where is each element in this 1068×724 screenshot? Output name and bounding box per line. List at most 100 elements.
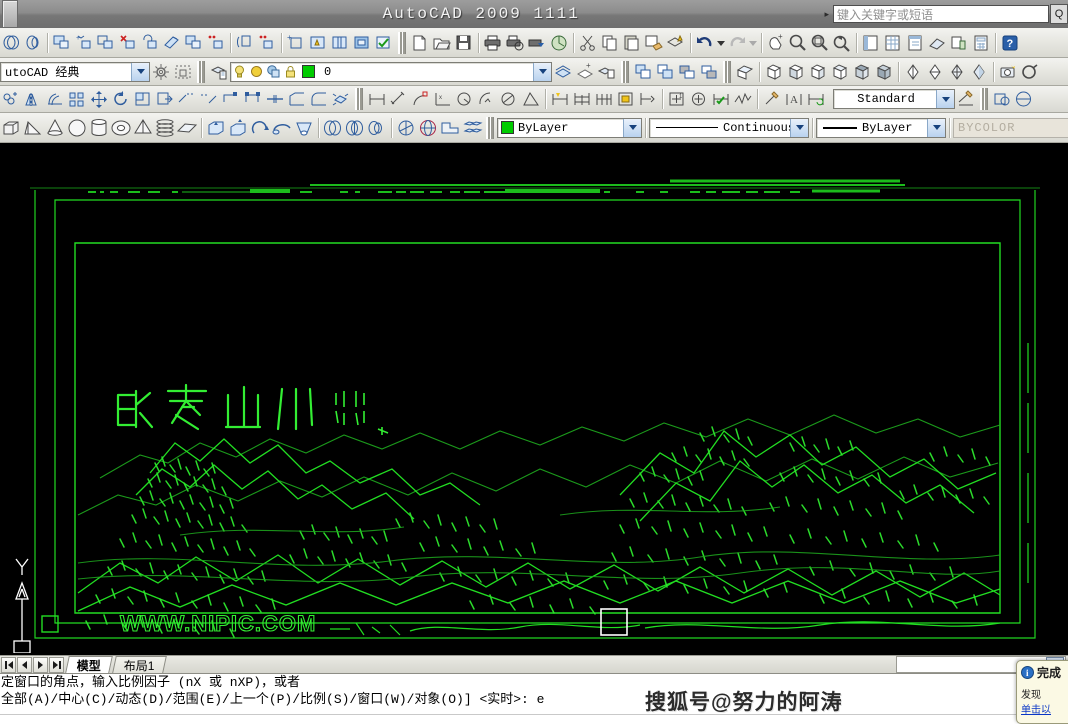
tool-palettes-icon[interactable] (904, 32, 926, 54)
chamfer-icon[interactable] (286, 88, 308, 110)
solid-add-icon[interactable]: + (73, 32, 95, 54)
region-icon[interactable] (1013, 88, 1035, 110)
center-mark-icon[interactable]: 1 (666, 88, 688, 110)
toolbar-grip[interactable] (355, 88, 363, 110)
visualstyle-3dwire-icon[interactable] (924, 61, 946, 83)
break-at-point-icon[interactable] (220, 88, 242, 110)
layer-previous-icon[interactable]: + (574, 61, 596, 83)
dim-edit-icon[interactable] (761, 88, 783, 110)
toolbar-grip[interactable] (723, 60, 731, 83)
ordinate-dimension-icon[interactable]: x (432, 88, 454, 110)
planar-surface-icon[interactable] (176, 117, 198, 139)
toolbar-grip[interactable] (980, 88, 988, 110)
cut-icon[interactable] (577, 32, 599, 54)
solid-rotate-icon[interactable] (139, 32, 161, 54)
drawing-canvas[interactable]: WWW.NIPIC.COM (0, 143, 1068, 655)
helix-icon[interactable] (154, 117, 176, 139)
loft-icon[interactable] (293, 117, 315, 139)
workspace-combo[interactable]: utoCAD 经典 (0, 61, 150, 82)
undo-icon[interactable] (694, 32, 716, 54)
break-icon[interactable] (242, 88, 264, 110)
solid-extract-icon[interactable] (234, 32, 256, 54)
application-menu-button[interactable] (2, 0, 18, 28)
join-icon[interactable] (264, 88, 286, 110)
open-file-icon[interactable] (431, 32, 453, 54)
solid-shell-icon[interactable] (351, 32, 373, 54)
torus-icon[interactable] (110, 117, 132, 139)
cone-icon[interactable] (44, 117, 66, 139)
help-icon[interactable]: ? (999, 32, 1021, 54)
save-icon[interactable] (453, 32, 475, 54)
jogged-dimension-icon[interactable] (476, 88, 498, 110)
inspect-dimension-icon[interactable] (688, 88, 710, 110)
baseline-dimension-icon[interactable] (571, 88, 593, 110)
dim-style-update-icon[interactable] (805, 88, 827, 110)
last-tab-icon[interactable] (49, 656, 64, 673)
workspace-settings-icon[interactable] (150, 61, 172, 83)
quick-dimension-icon[interactable] (549, 88, 571, 110)
box-icon[interactable] (0, 117, 22, 139)
angular-dimension-icon[interactable] (520, 88, 542, 110)
presspull-icon[interactable] (227, 117, 249, 139)
solid-copy-icon[interactable] (183, 32, 205, 54)
render-icon[interactable] (997, 61, 1019, 83)
workspace-toggle-icon[interactable] (0, 32, 22, 54)
new-file-icon[interactable] (409, 32, 431, 54)
extend-icon[interactable] (198, 88, 220, 110)
wedge-icon[interactable] (22, 117, 44, 139)
paste-icon[interactable] (621, 32, 643, 54)
plot-stamp-icon[interactable] (548, 32, 570, 54)
workspace-toggle-2-icon[interactable] (22, 32, 44, 54)
toolbar-grip[interactable] (398, 31, 406, 54)
explode-icon[interactable] (330, 88, 352, 110)
chevron-down-icon[interactable] (533, 62, 551, 81)
3d-move-icon[interactable] (395, 117, 417, 139)
visualstyle-conceptual-icon[interactable] (968, 61, 990, 83)
named-views-icon[interactable] (1019, 61, 1041, 83)
view-se-iso-icon[interactable] (785, 61, 807, 83)
trim-icon[interactable] (176, 88, 198, 110)
solid-union-icon[interactable] (51, 32, 73, 54)
markup-set-icon[interactable] (948, 32, 970, 54)
lightbulb-on-icon[interactable] (231, 61, 248, 83)
zoom-window-icon[interactable] (809, 32, 831, 54)
linetype-combo[interactable]: Continuous (649, 117, 809, 138)
color-combo[interactable]: ByLayer (497, 117, 642, 138)
viewcube-icon[interactable] (734, 61, 756, 83)
command-line-area[interactable]: 定窗口的角点，输入比例因子 (nX 或 nXP)，或者 全部(A)/中心(C)/… (0, 673, 1068, 724)
notification-balloon[interactable]: i 完成 发现 单击以 (1016, 660, 1068, 724)
copy-icon[interactable] (599, 32, 621, 54)
plot-preview-icon[interactable] (504, 32, 526, 54)
rotate-icon[interactable] (110, 88, 132, 110)
copy-object-icon[interactable] (0, 88, 22, 110)
union-icon[interactable] (322, 117, 344, 139)
dimstyle-combo[interactable]: Standard (833, 89, 955, 109)
layer-state-icon[interactable] (596, 61, 618, 83)
cylinder-icon[interactable] (88, 117, 110, 139)
offset-icon[interactable] (44, 88, 66, 110)
chevron-down-icon[interactable] (790, 118, 808, 137)
solid-subtract-icon[interactable] (95, 32, 117, 54)
3d-rotate-icon[interactable] (417, 117, 439, 139)
solid-check-icon[interactable]: + (285, 32, 307, 54)
next-tab-icon[interactable] (33, 656, 48, 673)
view-bottom-icon[interactable] (873, 61, 895, 83)
sweep-icon[interactable] (271, 117, 293, 139)
view-top-icon[interactable] (851, 61, 873, 83)
dim-update-icon[interactable] (710, 88, 732, 110)
tab-layout1[interactable]: 布局1 (112, 656, 167, 673)
array-icon[interactable] (66, 88, 88, 110)
solid-imprint-icon[interactable] (256, 32, 278, 54)
view-ne-iso-icon[interactable] (807, 61, 829, 83)
pan-realtime-icon[interactable]: + (765, 32, 787, 54)
chevron-down-icon[interactable] (623, 118, 641, 137)
chevron-down-icon[interactable] (936, 90, 954, 108)
zoom-previous-icon[interactable] (831, 32, 853, 54)
solid-slice-icon[interactable] (161, 32, 183, 54)
radius-dimension-icon[interactable] (454, 88, 476, 110)
pyramid-icon[interactable] (132, 117, 154, 139)
undo-dropdown-icon[interactable] (716, 32, 726, 54)
visualstyle-hidden-icon[interactable] (946, 61, 968, 83)
chevron-down-icon[interactable] (131, 62, 149, 81)
fillet-icon[interactable] (308, 88, 330, 110)
